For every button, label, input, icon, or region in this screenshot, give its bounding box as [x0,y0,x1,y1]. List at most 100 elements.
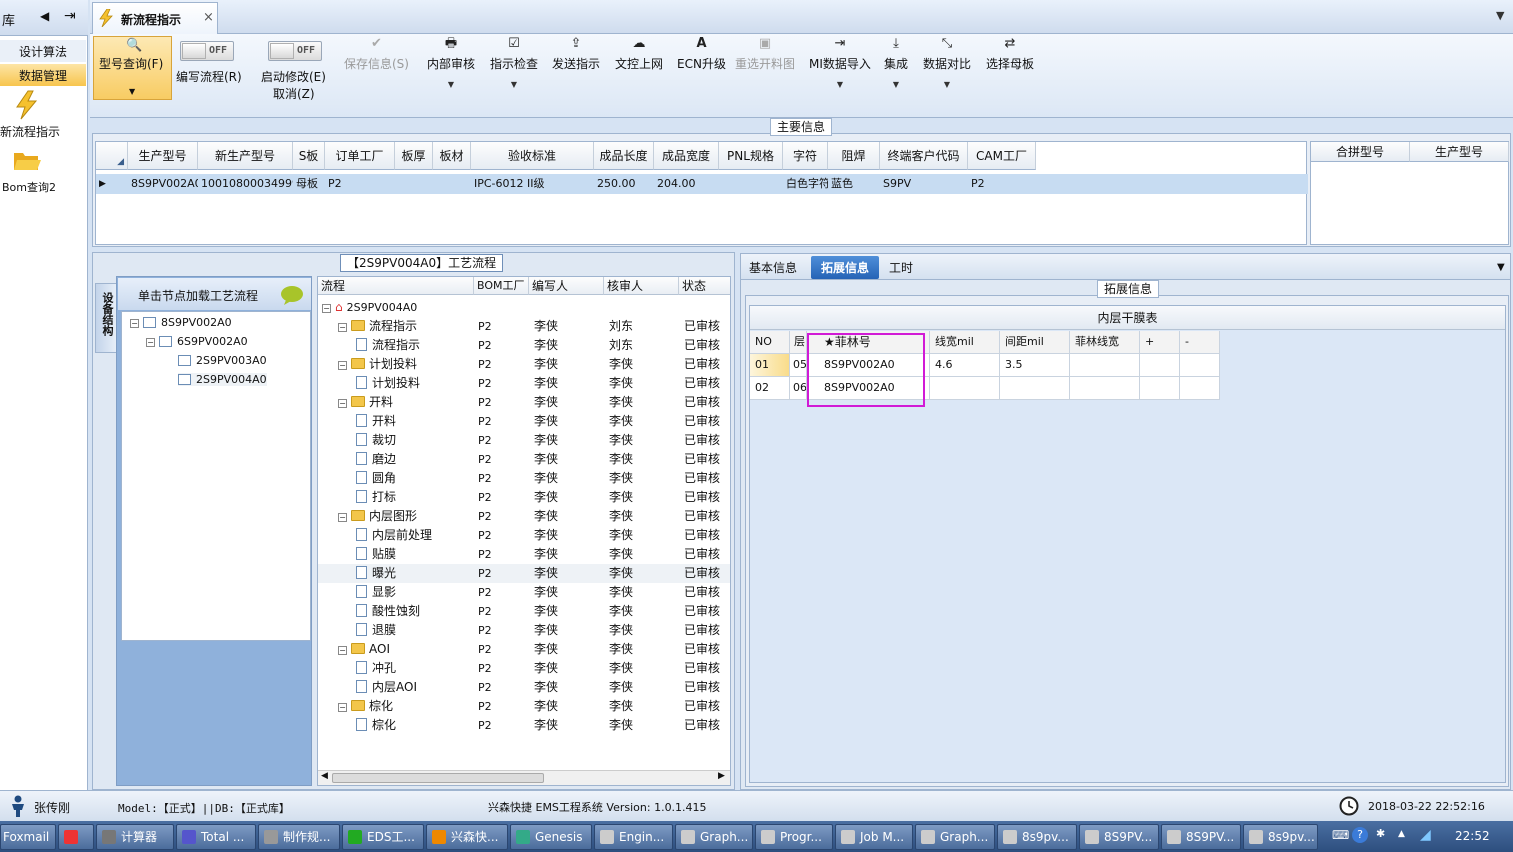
scrollbar-thumb[interactable] [332,773,544,783]
process-row[interactable]: 内层前处理 P2 李侠 李侠 已审核 [318,526,730,545]
col-header[interactable]: S板 [293,142,325,170]
internal-review-button[interactable]: 🖶 内部审核 ▼ [427,36,475,89]
process-row[interactable]: 计划投料 P2 李侠 李侠 已审核 [318,374,730,393]
col-header[interactable]: 字符 [783,142,828,170]
collapse-icon[interactable]: − [338,399,347,408]
process-row[interactable]: − 开料 P2 李侠 李侠 已审核 [318,393,730,412]
col-header[interactable]: 阻焊 [828,142,880,170]
network-icon[interactable]: ◢ [1420,827,1431,843]
process-row[interactable]: 退膜 P2 李侠 李侠 已审核 [318,621,730,640]
process-row[interactable]: − 计划投料 P2 李侠 李侠 已审核 [318,355,730,374]
col-header[interactable]: 成品宽度 [654,142,719,170]
horizontal-scrollbar[interactable]: ◀ ▶ [318,770,730,785]
tree-root-row[interactable]: − ⌂ 2S9PV004A0 [318,298,730,317]
taskbar-button[interactable]: 制作规... [258,824,340,850]
process-row[interactable]: 打标 P2 李侠 李侠 已审核 [318,488,730,507]
cell[interactable] [1140,377,1180,400]
shortcut-new-flow[interactable]: 新流程指示 [0,88,86,140]
tray-expand-icon[interactable]: ▲ [1398,829,1405,839]
integrate-button[interactable]: ⤓ 集成 ▼ [884,36,908,89]
taskbar-button[interactable]: Progr... [755,824,833,850]
col-header[interactable]: 菲林线宽 [1070,331,1140,354]
cell[interactable] [1070,354,1140,377]
process-row[interactable]: − 棕化 P2 李侠 李侠 已审核 [318,697,730,716]
taskbar-button[interactable]: Job M... [835,824,913,850]
collapse-icon[interactable]: − [146,338,155,347]
col-header[interactable]: 验收标准 [471,142,594,170]
col-header[interactable]: 线宽mil [930,331,1000,354]
shortcut-bom-query[interactable]: Bom查询2 [0,146,86,194]
process-row[interactable]: 磨边 P2 李侠 李侠 已审核 [318,450,730,469]
mi-import-button[interactable]: ⇥ MI数据导入 ▼ [809,36,871,89]
process-row[interactable]: 内层AOI P2 李侠 李侠 已审核 [318,678,730,697]
tab-extended-info[interactable]: 拓展信息 [811,256,879,279]
tree-node[interactable]: 2S9PV003A0 [178,354,267,367]
tree-node[interactable]: − 8S9PV002A0 [130,316,232,329]
col-header[interactable]: NO [750,331,790,354]
tree-node-selected[interactable]: 2S9PV004A0 [178,373,267,386]
process-row[interactable]: 曝光 P2 李侠 李侠 已审核 [318,564,730,583]
col-header[interactable]: 板材 [433,142,471,170]
instruction-check-button[interactable]: ☑ 指示检查 ▼ [490,36,538,89]
col-header[interactable]: 编写人 [529,277,604,295]
taskbar-button[interactable]: Foxmail [0,824,56,850]
col-header[interactable]: 流程 [318,277,474,295]
collapse-icon[interactable]: − [130,319,139,328]
taskbar-button[interactable]: 8s9pv... [1243,824,1318,850]
scroll-right-icon[interactable]: ▶ [718,771,725,781]
send-instruction-button[interactable]: ⇪ 发送指示 [552,36,600,72]
cell[interactable] [1180,377,1220,400]
speech-bubble-icon[interactable] [280,285,304,305]
cell[interactable] [1180,354,1220,377]
tab-new-flow[interactable]: 新流程指示 × [92,2,218,34]
cell[interactable]: 4.6 [930,354,1000,377]
taskbar-button[interactable]: 计算器 [96,824,174,850]
taskbar-button[interactable]: Genesis [510,824,592,850]
col-header[interactable]: + [1140,331,1180,354]
taskbar-button[interactable]: Engin... [594,824,673,850]
col-header[interactable]: 终端客户代码 [880,142,968,170]
process-row[interactable]: 贴膜 P2 李侠 李侠 已审核 [318,545,730,564]
collapse-icon[interactable]: − [338,703,347,712]
collapse-icon[interactable]: − [338,323,347,332]
start-edit-toggle[interactable]: OFF [268,41,322,61]
cell[interactable] [1000,377,1070,400]
nav-back-icon[interactable]: ◀ [40,9,49,23]
cell[interactable] [930,377,1000,400]
tab-close-icon[interactable]: × [203,10,214,25]
nav-item-data-mgmt[interactable]: 数据管理 [0,64,86,86]
process-row[interactable]: 圆角 P2 李侠 李侠 已审核 [318,469,730,488]
process-row[interactable]: − AOI P2 李侠 李侠 已审核 [318,640,730,659]
col-header[interactable]: PNL规格 [719,142,783,170]
nav-exit-icon[interactable]: ⇥ [64,8,76,24]
detail-dropdown-icon[interactable]: ▼ [1497,262,1505,273]
col-header[interactable]: 新生产型号 [198,142,293,170]
keyboard-icon[interactable]: ⌨ [1332,828,1349,842]
scroll-left-icon[interactable]: ◀ [321,771,328,781]
col-header[interactable]: 核审人 [604,277,679,295]
process-row[interactable]: 显影 P2 李侠 李侠 已审核 [318,583,730,602]
tray-settings-icon[interactable]: ✱ [1376,827,1385,840]
taskbar-button[interactable]: 8S9PV... [1079,824,1159,850]
col-header[interactable]: 板厚 [395,142,433,170]
process-row[interactable]: 开料 P2 李侠 李侠 已审核 [318,412,730,431]
process-row[interactable]: 棕化 P2 李侠 李侠 已审核 [318,716,730,735]
table-row[interactable]: ▶ 8S9PV002A0 10010800034999 母板 P2 IPC-60… [96,174,1308,194]
save-info-button[interactable]: ✔ 保存信息(S) [344,36,409,72]
cell[interactable] [1140,354,1180,377]
side-tab-structure[interactable]: 设备结构 [95,283,116,353]
col-header[interactable]: 层 [790,331,807,354]
col-header[interactable]: BOM工厂 [474,277,529,295]
col-header[interactable]: CAM工厂 [968,142,1036,170]
tab-work-hours[interactable]: 工时 [881,256,921,279]
collapse-icon[interactable]: − [338,646,347,655]
taskbar-button[interactable]: Graph... [915,824,995,850]
taskbar-button[interactable]: 8s9pv... [997,824,1077,850]
cancel-button[interactable]: 取消(Z) [273,85,315,102]
write-flow-toggle[interactable]: OFF [180,41,234,61]
process-row[interactable]: 酸性蚀刻 P2 李侠 李侠 已审核 [318,602,730,621]
collapse-icon[interactable]: − [338,513,347,522]
select-master-button[interactable]: ⇄ 选择母板 [986,36,1034,72]
cell[interactable]: 3.5 [1000,354,1070,377]
process-row[interactable]: 裁切 P2 李侠 李侠 已审核 [318,431,730,450]
